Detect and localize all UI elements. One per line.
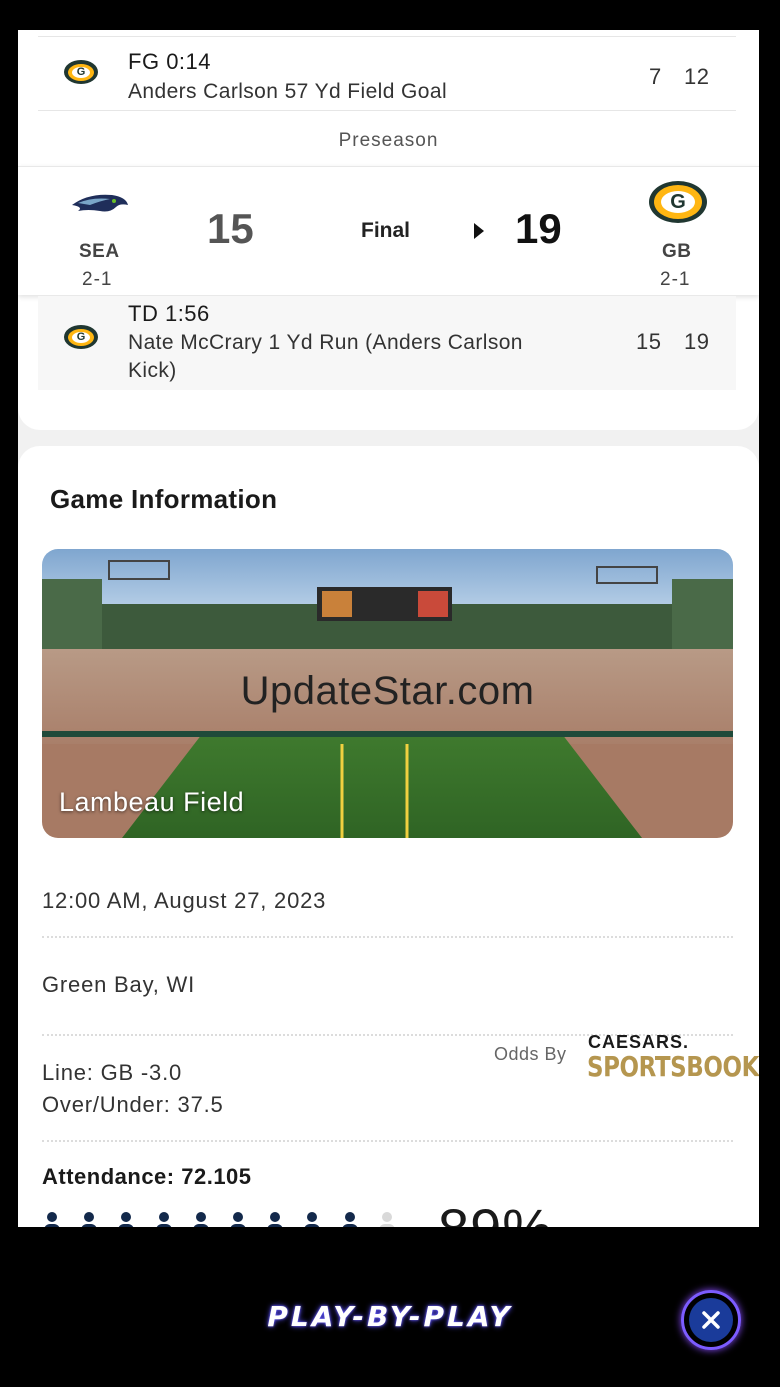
play-time: 0:14 [166, 49, 212, 74]
app-screen: G FG 0:14 Anders Carlson 57 Yd Field Goa… [18, 30, 759, 1227]
home-score: 19 [684, 329, 710, 354]
play-type: TD [128, 301, 159, 326]
play-by-play-title: PLAY-BY-PLAY [267, 1300, 513, 1333]
person-icon [117, 1212, 135, 1227]
home-team-abbr: GB [662, 241, 692, 262]
game-status: Final [361, 219, 411, 242]
play-type: FG [128, 49, 160, 74]
divider [38, 36, 736, 37]
away-team-abbr: SEA [79, 241, 120, 262]
away-score: 15 [636, 329, 662, 354]
person-icon [341, 1212, 359, 1227]
attendance: Attendance: 72.105 [42, 1164, 252, 1189]
section-title: Game Information [50, 484, 278, 514]
capacity-percent: 89% [438, 1196, 553, 1227]
sportsbook-logo-bottom: SPORTSBOOK [587, 1050, 759, 1083]
packers-logo-icon: G [649, 181, 707, 223]
section-label: Preseason [338, 130, 439, 151]
person-icon [229, 1212, 247, 1227]
winner-arrow-icon [474, 223, 484, 239]
seahawks-logo-icon [72, 194, 128, 212]
divider [42, 936, 733, 938]
packers-logo-icon: G [64, 60, 98, 84]
home-score: 19 [515, 205, 562, 252]
away-score: 15 [207, 205, 254, 252]
scoring-play-row[interactable]: G TD 1:56 Nate McCrary 1 Yd Run (Anders … [38, 296, 736, 390]
person-icon [266, 1212, 284, 1227]
person-icon [43, 1212, 61, 1227]
venue-image[interactable]: UpdateStar.com Lambeau Field [42, 549, 733, 838]
person-icon [192, 1212, 210, 1227]
game-information-card: Game Information UpdateStar.com Lambeau … [18, 446, 759, 1227]
away-score: 7 [649, 64, 662, 89]
over-under: Over/Under: 37.5 [42, 1092, 224, 1117]
packers-logo-icon: G [64, 325, 98, 349]
scoring-plays-card: G FG 0:14 Anders Carlson 57 Yd Field Goa… [18, 30, 759, 430]
play-description: Anders Carlson 57 Yd Field Goal [128, 80, 448, 103]
venue-name: Lambeau Field [59, 787, 245, 817]
game-location: Green Bay, WI [42, 972, 196, 997]
betting-line: Line: GB -3.0 [42, 1060, 183, 1085]
person-icon [155, 1212, 173, 1227]
person-icon [303, 1212, 321, 1227]
scoreboard: SEA 2-1 15 Final 19 G GB 2-1 [18, 166, 759, 295]
home-score: 12 [684, 64, 710, 89]
odds-by-label: Odds By [494, 1044, 567, 1064]
close-button[interactable] [681, 1290, 741, 1350]
play-description-line-1: Nate McCrary 1 Yd Run (Anders Carlson [128, 331, 523, 354]
away-team-record: 2-1 [82, 269, 113, 290]
divider [38, 110, 736, 111]
home-team-record: 2-1 [660, 269, 691, 290]
divider [42, 1140, 733, 1142]
scoring-play-row[interactable]: G FG 0:14 Anders Carlson 57 Yd Field Goa… [38, 38, 736, 110]
play-description-line-2: Kick) [128, 359, 177, 382]
play-time: 1:56 [164, 301, 210, 326]
person-icon [80, 1212, 98, 1227]
game-datetime: 12:00 AM, August 27, 2023 [42, 888, 327, 913]
watermark-text: UpdateStar.com [240, 669, 535, 713]
close-icon [702, 1311, 720, 1329]
person-icon [378, 1212, 396, 1227]
